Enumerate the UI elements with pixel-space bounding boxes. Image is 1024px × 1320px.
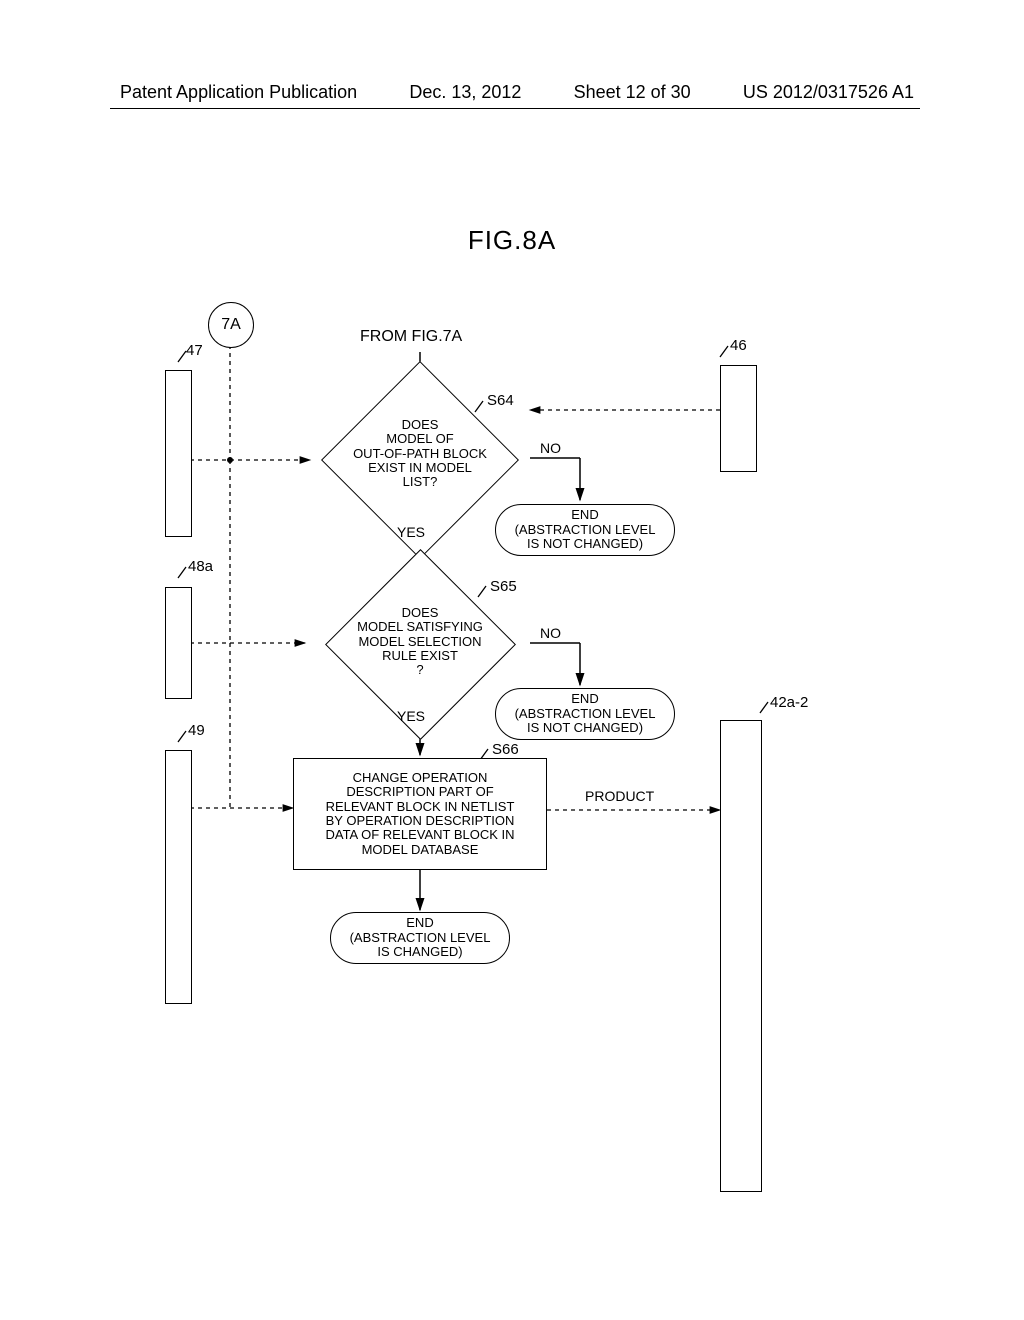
s65-yes: YES (397, 708, 425, 724)
terminal-end-no1: END (ABSTRACTION LEVEL IS NOT CHANGED) (495, 504, 675, 556)
terminal-end-no2: END (ABSTRACTION LEVEL IS NOT CHANGED) (495, 688, 675, 740)
page-header: Patent Application Publication Dec. 13, … (0, 82, 1024, 103)
header-pubno: US 2012/0317526 A1 (743, 82, 914, 103)
sidebox-47 (165, 370, 192, 537)
ref-46: 46 (730, 337, 747, 354)
s64-no: NO (540, 440, 561, 456)
header-left: Patent Application Publication (120, 82, 357, 103)
header-rule (110, 108, 920, 109)
figure-title: FIG.8A (0, 225, 1024, 256)
step-s66: S66 (492, 741, 519, 758)
sidebox-42a2 (720, 720, 762, 1192)
step-s65: S65 (490, 578, 517, 595)
offpage-connector-7a: 7A (208, 302, 254, 348)
from-label: FROM FIG.7A (360, 328, 462, 346)
step-s64: S64 (487, 392, 514, 409)
flowchart: 7A FROM FIG.7A 47 48a 49 46 42a-2 DOES M… (0, 310, 1024, 1210)
ref-49: 49 (188, 722, 205, 739)
sidebox-49 (165, 750, 192, 1004)
header-sheet: Sheet 12 of 30 (574, 82, 691, 103)
header-date: Dec. 13, 2012 (409, 82, 521, 103)
terminal-end-yes: END (ABSTRACTION LEVEL IS CHANGED) (330, 912, 510, 964)
s66-product: PRODUCT (585, 788, 654, 804)
s64-yes: YES (397, 524, 425, 540)
ref-42a2: 42a-2 (770, 694, 808, 711)
sidebox-48a (165, 587, 192, 699)
connector-label: 7A (221, 316, 241, 334)
sidebox-46 (720, 365, 757, 472)
process-s66: CHANGE OPERATION DESCRIPTION PART OF REL… (293, 758, 547, 870)
s65-no: NO (540, 625, 561, 641)
ref-48a: 48a (188, 558, 213, 575)
ref-47: 47 (186, 342, 203, 359)
